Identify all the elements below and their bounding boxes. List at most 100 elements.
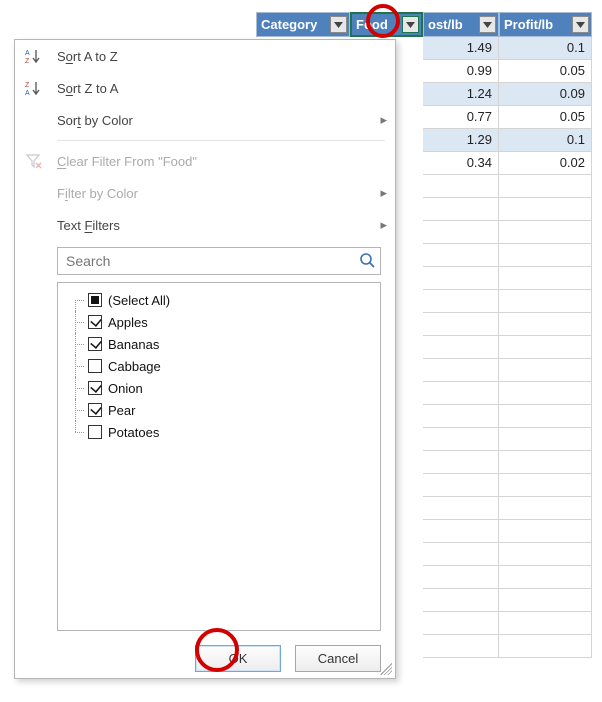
filter-values-list[interactable]: (Select All)ApplesBananasCabbage Onion Pea… — [57, 282, 381, 631]
cell[interactable]: 0.1 — [499, 129, 592, 152]
tree-connector — [66, 377, 84, 399]
filter-item[interactable]: Bananas — [64, 333, 374, 355]
sort-asc[interactable]: AZ Sort A to Z — [15, 40, 395, 72]
submenu-arrow-icon: ▸ — [375, 112, 395, 128]
cell-empty[interactable] — [423, 313, 499, 336]
cell-empty[interactable] — [423, 520, 499, 543]
cell-empty[interactable] — [423, 198, 499, 221]
cell-empty[interactable] — [423, 221, 499, 244]
cell-empty[interactable] — [423, 497, 499, 520]
cell-empty[interactable] — [499, 543, 592, 566]
cell-empty[interactable] — [499, 359, 592, 382]
cell-empty[interactable] — [423, 244, 499, 267]
cell[interactable]: 1.49 — [423, 37, 499, 60]
cell-empty[interactable] — [499, 497, 592, 520]
cell[interactable]: 0.77 — [423, 106, 499, 129]
cell-empty[interactable] — [499, 405, 592, 428]
cell-empty[interactable] — [499, 451, 592, 474]
filter-dropdown-button[interactable] — [330, 16, 347, 33]
sort-by-color-label: Sort by Color — [57, 113, 133, 128]
sort-desc[interactable]: ZA Sort Z to A — [15, 72, 395, 104]
checkbox[interactable] — [88, 293, 102, 307]
cell[interactable]: 1.29 — [423, 129, 499, 152]
cell-empty[interactable] — [499, 290, 592, 313]
filter-item-label: Potatoes — [108, 425, 159, 440]
cell-empty[interactable] — [423, 359, 499, 382]
cell-empty[interactable] — [499, 566, 592, 589]
cell-empty[interactable] — [499, 244, 592, 267]
cell-empty[interactable] — [423, 175, 499, 198]
cell[interactable]: 0.05 — [499, 106, 592, 129]
cell-empty[interactable] — [499, 336, 592, 359]
cell-empty[interactable] — [423, 612, 499, 635]
checkbox[interactable] — [88, 315, 102, 329]
cell-empty[interactable] — [423, 405, 499, 428]
cell-empty[interactable] — [499, 474, 592, 497]
cell-empty[interactable] — [423, 566, 499, 589]
cell-empty[interactable] — [423, 543, 499, 566]
cell-empty[interactable] — [499, 635, 592, 658]
search-icon — [358, 251, 376, 272]
cell-empty[interactable] — [499, 313, 592, 336]
sort-asc-label: Sort A to Z — [57, 49, 118, 64]
cell[interactable]: 0.09 — [499, 83, 592, 106]
header-label: Profit/lb — [504, 17, 553, 32]
cancel-button[interactable]: Cancel — [295, 645, 381, 672]
filter-item[interactable]: Apples — [64, 311, 374, 333]
filter-item[interactable]: Cabbage — [64, 355, 374, 377]
cell-empty[interactable] — [499, 520, 592, 543]
cell-empty[interactable] — [423, 290, 499, 313]
checkbox[interactable] — [88, 403, 102, 417]
header-cost[interactable]: ost/lb — [423, 12, 499, 37]
cell-empty[interactable] — [499, 589, 592, 612]
cell[interactable]: 0.02 — [499, 152, 592, 175]
cell-empty[interactable] — [499, 221, 592, 244]
cell-empty[interactable] — [499, 428, 592, 451]
cell-empty[interactable] — [499, 382, 592, 405]
cell-empty[interactable] — [423, 428, 499, 451]
filter-dropdown-button[interactable] — [402, 16, 419, 33]
filter-dropdown-button[interactable] — [572, 16, 589, 33]
checkbox[interactable] — [88, 337, 102, 351]
sort-by-color[interactable]: Sort by Color ▸ — [15, 104, 395, 136]
filter-item[interactable]: Pear — [64, 399, 374, 421]
checkbox[interactable] — [88, 359, 102, 373]
cell-empty[interactable] — [423, 589, 499, 612]
checkbox[interactable] — [88, 425, 102, 439]
cell-empty[interactable] — [423, 267, 499, 290]
cell[interactable]: 0.05 — [499, 60, 592, 83]
cell-empty[interactable] — [423, 336, 499, 359]
filter-search-input[interactable] — [64, 252, 358, 270]
cell-empty[interactable] — [423, 474, 499, 497]
filter-item-label: Pear — [108, 403, 135, 418]
filter-item[interactable]: Onion — [64, 377, 374, 399]
cell-empty[interactable] — [499, 175, 592, 198]
header-food[interactable]: Food — [350, 12, 423, 37]
spreadsheet: Category Foodost/lb Profit/lb 1.490.991.24… — [10, 12, 592, 692]
filter-item-label: Onion — [108, 381, 143, 396]
header-category[interactable]: Category — [256, 12, 350, 37]
cell-empty[interactable] — [423, 382, 499, 405]
cell-empty[interactable] — [499, 612, 592, 635]
filter-item[interactable]: (Select All) — [64, 289, 374, 311]
cell[interactable]: 0.99 — [423, 60, 499, 83]
checkbox[interactable] — [88, 381, 102, 395]
cell-empty[interactable] — [499, 267, 592, 290]
cell[interactable]: 0.1 — [499, 37, 592, 60]
svg-text:Z: Z — [25, 58, 30, 64]
autofilter-dropdown: AZ Sort A to Z ZA Sort Z to A Sort by Co… — [14, 39, 396, 679]
cell-empty[interactable] — [423, 451, 499, 474]
text-filters[interactable]: Text Filters ▸ — [15, 209, 395, 241]
cell[interactable]: 0.34 — [423, 152, 499, 175]
ok-button[interactable]: OK — [195, 645, 281, 672]
header-label: Category — [261, 17, 317, 32]
filter-dropdown-button[interactable] — [479, 16, 496, 33]
cell[interactable]: 1.24 — [423, 83, 499, 106]
cell-empty[interactable] — [423, 635, 499, 658]
filter-item[interactable]: Potatoes — [64, 421, 374, 443]
column-cost: 1.490.991.240.771.290.34 — [423, 37, 499, 692]
filter-search[interactable] — [57, 247, 381, 275]
header-profit[interactable]: Profit/lb — [499, 12, 592, 37]
cell-empty[interactable] — [499, 198, 592, 221]
resize-grip-icon[interactable] — [380, 663, 392, 675]
